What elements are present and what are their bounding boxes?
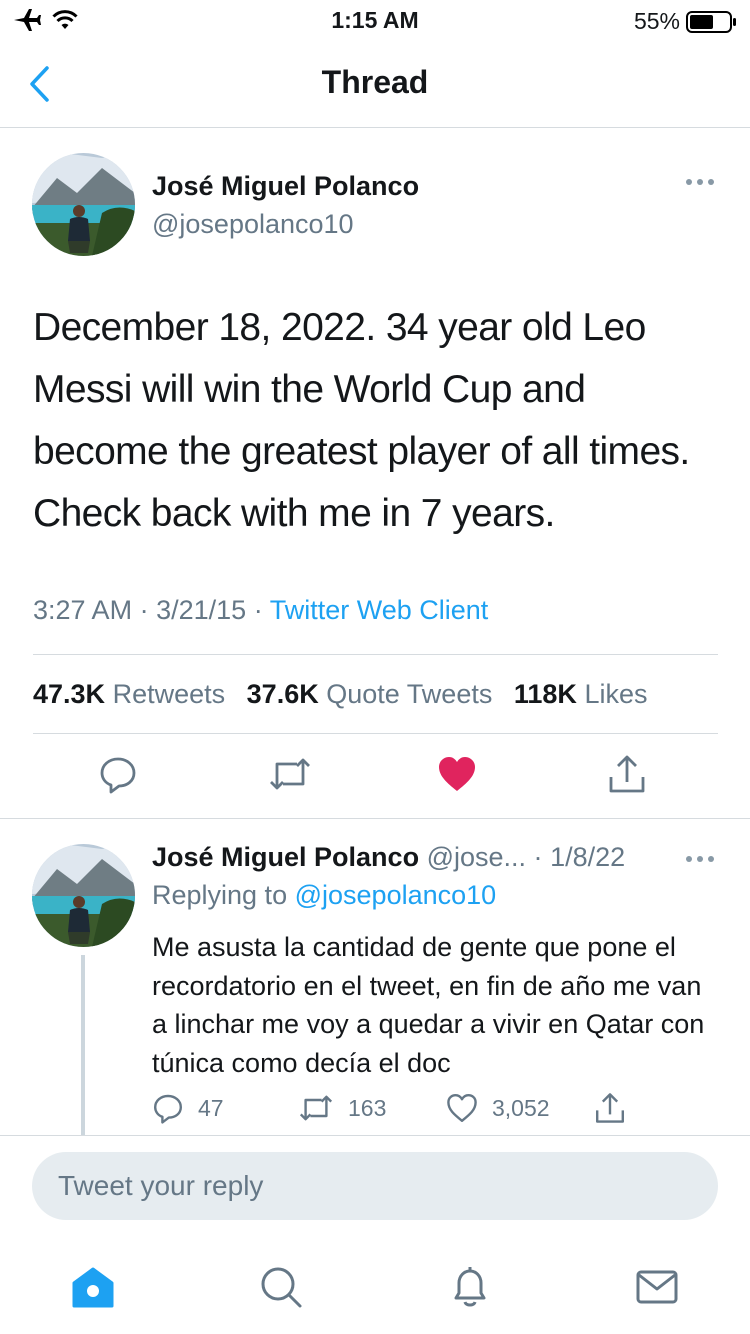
meta-separator: ·: [139, 595, 149, 625]
like-count: 3,052: [492, 1094, 550, 1121]
tab-bar: [0, 1236, 750, 1334]
retweets-label: Retweets: [112, 679, 226, 709]
reply-composer: [32, 1152, 718, 1220]
reply-tweet[interactable]: José Miguel Polanco @jose... · 1/8/22 Re…: [0, 820, 750, 1136]
reply-retweet-button[interactable]: 163: [298, 1092, 386, 1124]
divider: [33, 654, 718, 655]
more-icon: [684, 854, 716, 864]
tab-notifications[interactable]: [447, 1264, 493, 1310]
page-title: Thread: [321, 64, 429, 100]
replying-prefix: Replying to: [152, 880, 288, 910]
tweet-stats: 47.3K Retweets 37.6K Quote Tweets 118K L…: [33, 679, 647, 710]
more-icon: [684, 177, 716, 187]
reply-actions: 47 163 3,052: [152, 1092, 652, 1132]
reply-author-handle[interactable]: @jose...: [427, 842, 526, 872]
main-tweet: José Miguel Polanco @josepolanco10 Decem…: [0, 129, 750, 819]
tweet-time: 3:27 AM: [33, 595, 133, 625]
like-button[interactable]: [437, 754, 477, 794]
share-icon: [594, 1092, 626, 1124]
battery-percentage: 55%: [633, 8, 680, 34]
share-button[interactable]: [607, 754, 647, 794]
search-icon: [258, 1264, 304, 1310]
navigation-bar: Thread: [0, 40, 750, 128]
tab-messages[interactable]: [634, 1264, 680, 1310]
reply-text: Me asusta la cantidad de gente que pone …: [152, 932, 705, 1078]
retweets-count: 47.3K: [33, 679, 106, 709]
quotes-count: 37.6K: [246, 679, 319, 709]
replying-to: Replying to @josepolanco10: [152, 880, 496, 911]
reply-header: José Miguel Polanco @jose... · 1/8/22: [152, 842, 625, 873]
more-options-button[interactable]: [684, 177, 716, 187]
replying-to-handle[interactable]: @josepolanco10: [295, 880, 497, 910]
quotes-stat[interactable]: 37.6K Quote Tweets: [247, 679, 493, 709]
quotes-label: Quote Tweets: [326, 679, 493, 709]
reply-icon: [152, 1092, 184, 1124]
tweet-text: December 18, 2022. 34 year old Leo Messi…: [33, 306, 690, 535]
tab-search[interactable]: [258, 1264, 304, 1310]
share-icon: [607, 754, 647, 794]
retweet-button[interactable]: [268, 754, 310, 794]
meta-separator: ·: [253, 595, 263, 625]
reply-like-button[interactable]: 3,052: [446, 1092, 550, 1124]
likes-stat[interactable]: 118K Likes: [514, 679, 648, 709]
retweets-stat[interactable]: 47.3K Retweets: [33, 679, 225, 709]
tab-home[interactable]: [70, 1264, 116, 1310]
retweet-icon: [298, 1092, 334, 1124]
messages-icon: [634, 1264, 680, 1310]
reply-input[interactable]: [58, 1152, 698, 1220]
retweet-count: 163: [348, 1094, 387, 1121]
avatar[interactable]: [32, 153, 135, 256]
retweet-icon: [268, 754, 310, 794]
author-name[interactable]: José Miguel Polanco: [152, 171, 419, 202]
tweet-date: 3/21/15: [156, 595, 247, 625]
divider: [33, 733, 718, 734]
status-bar: 1:15 AM 55%: [0, 0, 750, 40]
battery-icon: [686, 10, 738, 34]
tweet-meta: 3:27 AM · 3/21/15 · Twitter Web Client: [33, 595, 488, 626]
reply-count: 47: [198, 1094, 224, 1121]
avatar[interactable]: [32, 844, 135, 947]
tweet-actions: [0, 754, 750, 804]
thread-connector-line: [81, 955, 85, 1135]
reply-date: 1/8/22: [550, 842, 626, 872]
heart-filled-icon: [437, 754, 477, 794]
reply-author-name[interactable]: José Miguel Polanco: [152, 842, 419, 872]
more-options-button[interactable]: [684, 854, 716, 864]
reply-icon: [98, 754, 138, 794]
reply-reply-button[interactable]: 47: [152, 1092, 224, 1124]
notifications-icon: [447, 1264, 493, 1310]
reply-button[interactable]: [98, 754, 138, 794]
author-handle[interactable]: @josepolanco10: [152, 209, 354, 240]
likes-count: 118K: [513, 679, 577, 709]
home-icon: [70, 1264, 116, 1310]
likes-label: Likes: [584, 679, 648, 709]
tweet-client-link[interactable]: Twitter Web Client: [270, 595, 489, 625]
heart-icon: [446, 1092, 478, 1124]
reply-share-button[interactable]: [594, 1092, 626, 1124]
meta-separator: ·: [533, 842, 543, 872]
